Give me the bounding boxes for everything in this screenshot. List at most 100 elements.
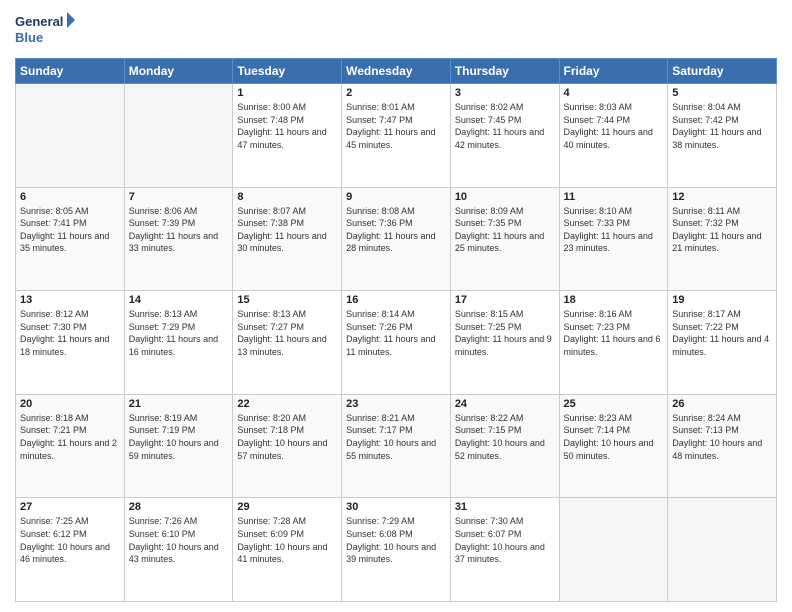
day-number: 20	[20, 398, 120, 410]
calendar: SundayMondayTuesdayWednesdayThursdayFrid…	[15, 58, 777, 602]
calendar-cell: 13 Sunrise: 8:12 AM Sunset: 7:30 PM Dayli…	[16, 291, 125, 395]
day-number: 9	[346, 191, 446, 203]
day-number: 19	[672, 294, 772, 306]
day-number: 10	[455, 191, 555, 203]
day-header-tuesday: Tuesday	[233, 59, 342, 84]
calendar-cell: 30Sunrise: 7:29 AM Sunset: 6:08 PM Dayli…	[342, 498, 451, 602]
day-info: Sunrise: 8:04 AM Sunset: 7:42 PM Dayligh…	[672, 101, 772, 151]
calendar-cell: 14 Sunrise: 8:13 AM Sunset: 7:29 PM Dayli…	[124, 291, 233, 395]
day-info: Sunrise: 8:00 AM Sunset: 7:48 PM Dayligh…	[237, 101, 337, 151]
day-info: Sunrise: 8:10 AM Sunset: 7:33 PM Dayligh…	[564, 205, 664, 255]
logo-icon: GeneralBlue	[15, 10, 75, 50]
day-number: 14	[129, 294, 229, 306]
calendar-cell: 11 Sunrise: 8:10 AM Sunset: 7:33 PM Dayli…	[559, 187, 668, 291]
day-info: Sunrise: 8:22 AM Sunset: 7:15 PM Dayligh…	[455, 412, 555, 462]
calendar-cell: 15 Sunrise: 8:13 AM Sunset: 7:27 PM Dayli…	[233, 291, 342, 395]
svg-text:Blue: Blue	[15, 30, 43, 45]
day-header-sunday: Sunday	[16, 59, 125, 84]
day-header-friday: Friday	[559, 59, 668, 84]
day-info: Sunrise: 7:28 AM Sunset: 6:09 PM Dayligh…	[237, 515, 337, 565]
calendar-cell: 19 Sunrise: 8:17 AM Sunset: 7:22 PM Dayli…	[668, 291, 777, 395]
day-number: 6	[20, 191, 120, 203]
calendar-cell: 22 Sunrise: 8:20 AM Sunset: 7:18 PM Dayli…	[233, 394, 342, 498]
day-info: Sunrise: 7:30 AM Sunset: 6:07 PM Dayligh…	[455, 515, 555, 565]
calendar-cell: 16 Sunrise: 8:14 AM Sunset: 7:26 PM Dayli…	[342, 291, 451, 395]
day-number: 27	[20, 501, 120, 513]
day-number: 22	[237, 398, 337, 410]
day-number: 25	[564, 398, 664, 410]
day-info: Sunrise: 8:13 AM Sunset: 7:27 PM Dayligh…	[237, 308, 337, 358]
day-header-wednesday: Wednesday	[342, 59, 451, 84]
day-number: 1	[237, 87, 337, 99]
day-info: Sunrise: 8:13 AM Sunset: 7:29 PM Dayligh…	[129, 308, 229, 358]
calendar-cell: 26Sunrise: 8:24 AM Sunset: 7:13 PM Dayli…	[668, 394, 777, 498]
calendar-cell: 29 Sunrise: 7:28 AM Sunset: 6:09 PM Dayli…	[233, 498, 342, 602]
day-number: 23	[346, 398, 446, 410]
calendar-cell: 31 Sunrise: 7:30 AM Sunset: 6:07 PM Dayli…	[450, 498, 559, 602]
day-info: Sunrise: 8:23 AM Sunset: 7:14 PM Dayligh…	[564, 412, 664, 462]
calendar-cell: 24 Sunrise: 8:22 AM Sunset: 7:15 PM Dayli…	[450, 394, 559, 498]
day-info: Sunrise: 8:16 AM Sunset: 7:23 PM Dayligh…	[564, 308, 664, 358]
day-number: 11	[564, 191, 664, 203]
day-header-saturday: Saturday	[668, 59, 777, 84]
calendar-cell: 4 Sunrise: 8:03 AM Sunset: 7:44 PM Daylig…	[559, 84, 668, 188]
calendar-cell	[124, 84, 233, 188]
day-number: 2	[346, 87, 446, 99]
day-number: 7	[129, 191, 229, 203]
day-info: Sunrise: 8:09 AM Sunset: 7:35 PM Dayligh…	[455, 205, 555, 255]
day-info: Sunrise: 8:03 AM Sunset: 7:44 PM Dayligh…	[564, 101, 664, 151]
day-info: Sunrise: 8:19 AM Sunset: 7:19 PM Dayligh…	[129, 412, 229, 462]
svg-text:General: General	[15, 14, 63, 29]
day-number: 8	[237, 191, 337, 203]
day-header-monday: Monday	[124, 59, 233, 84]
calendar-cell	[16, 84, 125, 188]
day-number: 3	[455, 87, 555, 99]
calendar-cell: 3 Sunrise: 8:02 AM Sunset: 7:45 PM Daylig…	[450, 84, 559, 188]
day-number: 28	[129, 501, 229, 513]
calendar-cell: 25 Sunrise: 8:23 AM Sunset: 7:14 PM Dayli…	[559, 394, 668, 498]
day-info: Sunrise: 8:02 AM Sunset: 7:45 PM Dayligh…	[455, 101, 555, 151]
day-info: Sunrise: 8:12 AM Sunset: 7:30 PM Dayligh…	[20, 308, 120, 358]
calendar-cell: 2 Sunrise: 8:01 AM Sunset: 7:47 PM Daylig…	[342, 84, 451, 188]
calendar-cell: 9 Sunrise: 8:08 AM Sunset: 7:36 PM Daylig…	[342, 187, 451, 291]
day-number: 26	[672, 398, 772, 410]
header: GeneralBlue	[15, 10, 777, 50]
calendar-cell	[668, 498, 777, 602]
day-number: 24	[455, 398, 555, 410]
calendar-cell: 23Sunrise: 8:21 AM Sunset: 7:17 PM Dayli…	[342, 394, 451, 498]
day-info: Sunrise: 8:01 AM Sunset: 7:47 PM Dayligh…	[346, 101, 446, 151]
day-info: Sunrise: 8:17 AM Sunset: 7:22 PM Dayligh…	[672, 308, 772, 358]
day-header-thursday: Thursday	[450, 59, 559, 84]
calendar-cell: 17Sunrise: 8:15 AM Sunset: 7:25 PM Dayli…	[450, 291, 559, 395]
day-number: 29	[237, 501, 337, 513]
day-number: 31	[455, 501, 555, 513]
day-info: Sunrise: 8:07 AM Sunset: 7:38 PM Dayligh…	[237, 205, 337, 255]
calendar-cell: 18Sunrise: 8:16 AM Sunset: 7:23 PM Dayli…	[559, 291, 668, 395]
calendar-cell: 12 Sunrise: 8:11 AM Sunset: 7:32 PM Dayli…	[668, 187, 777, 291]
calendar-cell: 10 Sunrise: 8:09 AM Sunset: 7:35 PM Dayli…	[450, 187, 559, 291]
day-info: Sunrise: 7:25 AM Sunset: 6:12 PM Dayligh…	[20, 515, 120, 565]
calendar-cell: 6 Sunrise: 8:05 AM Sunset: 7:41 PM Daylig…	[16, 187, 125, 291]
day-info: Sunrise: 8:14 AM Sunset: 7:26 PM Dayligh…	[346, 308, 446, 358]
day-number: 4	[564, 87, 664, 99]
calendar-cell: 28Sunrise: 7:26 AM Sunset: 6:10 PM Dayli…	[124, 498, 233, 602]
calendar-cell: 21 Sunrise: 8:19 AM Sunset: 7:19 PM Dayli…	[124, 394, 233, 498]
day-number: 16	[346, 294, 446, 306]
day-info: Sunrise: 8:05 AM Sunset: 7:41 PM Dayligh…	[20, 205, 120, 255]
day-number: 12	[672, 191, 772, 203]
calendar-cell: 7 Sunrise: 8:06 AM Sunset: 7:39 PM Daylig…	[124, 187, 233, 291]
day-number: 17	[455, 294, 555, 306]
calendar-cell: 20 Sunrise: 8:18 AM Sunset: 7:21 PM Dayli…	[16, 394, 125, 498]
day-info: Sunrise: 8:20 AM Sunset: 7:18 PM Dayligh…	[237, 412, 337, 462]
day-info: Sunrise: 8:11 AM Sunset: 7:32 PM Dayligh…	[672, 205, 772, 255]
day-info: Sunrise: 8:08 AM Sunset: 7:36 PM Dayligh…	[346, 205, 446, 255]
calendar-cell: 5Sunrise: 8:04 AM Sunset: 7:42 PM Daylig…	[668, 84, 777, 188]
calendar-cell: 27 Sunrise: 7:25 AM Sunset: 6:12 PM Dayli…	[16, 498, 125, 602]
day-number: 21	[129, 398, 229, 410]
calendar-cell: 8 Sunrise: 8:07 AM Sunset: 7:38 PM Daylig…	[233, 187, 342, 291]
day-info: Sunrise: 8:18 AM Sunset: 7:21 PM Dayligh…	[20, 412, 120, 462]
day-number: 15	[237, 294, 337, 306]
day-info: Sunrise: 8:06 AM Sunset: 7:39 PM Dayligh…	[129, 205, 229, 255]
calendar-cell: 1 Sunrise: 8:00 AM Sunset: 7:48 PM Daylig…	[233, 84, 342, 188]
day-number: 13	[20, 294, 120, 306]
